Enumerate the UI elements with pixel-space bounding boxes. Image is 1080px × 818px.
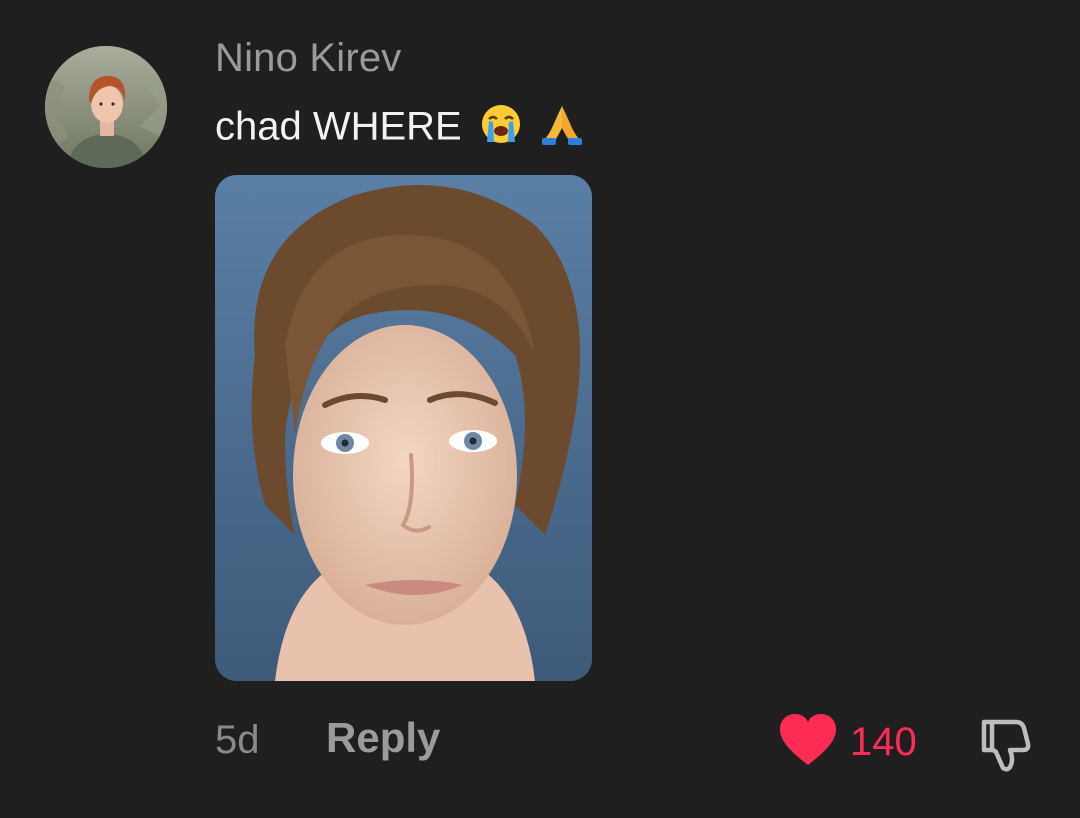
comment-time: 5d <box>215 718 260 762</box>
like-button[interactable]: 140 <box>778 712 917 772</box>
folded-hands-emoji <box>540 102 584 156</box>
comment-attached-photo[interactable] <box>215 175 592 681</box>
loudly-crying-face-emoji <box>479 102 523 156</box>
reply-button[interactable]: Reply <box>326 714 440 762</box>
comment-author[interactable]: Nino Kirev <box>215 36 402 81</box>
thumbs-down-icon <box>972 719 1036 780</box>
comment-text: chad WHERE <box>215 104 462 149</box>
comment-text-line: chad WHERE <box>215 102 584 156</box>
like-count: 140 <box>850 719 917 764</box>
heart-icon <box>778 713 838 772</box>
avatar[interactable] <box>45 46 167 168</box>
dislike-button[interactable] <box>972 712 1036 776</box>
comment-item: Nino Kirev chad WHERE 5d Reply 140 <box>0 0 1080 818</box>
